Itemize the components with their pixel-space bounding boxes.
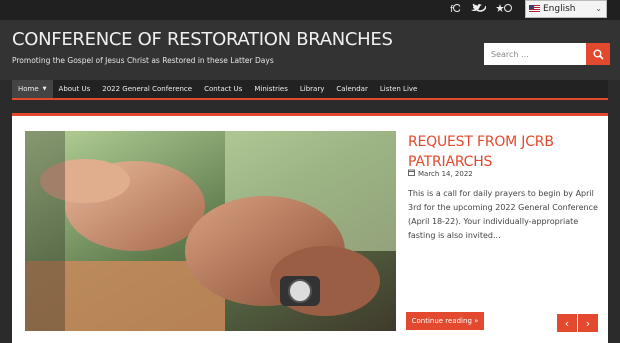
nav-item-label: Home — [18, 85, 39, 93]
main-navigation: Home ▼ About Us 2022 General Conference … — [12, 80, 608, 100]
continue-reading-button[interactable]: Continue reading » — [406, 312, 484, 330]
post-date: March 14, 2022 — [408, 169, 473, 178]
search-icon — [593, 49, 604, 60]
praying-hands-image — [25, 131, 396, 331]
post-title[interactable]: REQUEST FROM JCRB PATRIARCHS — [408, 132, 598, 172]
language-label: English — [543, 4, 576, 14]
slider-prev-button[interactable]: ‹ — [557, 314, 577, 332]
site-title[interactable]: CONFERENCE OF RESTORATION BRANCHES — [12, 29, 393, 50]
post-excerpt: This is a call for daily prayers to begi… — [408, 189, 598, 240]
top-bar: f English ⌄ — [0, 0, 620, 20]
us-flag-icon — [529, 5, 540, 13]
star-icon[interactable] — [496, 3, 512, 16]
nav-item-contact-us[interactable]: Contact Us — [198, 80, 248, 98]
search-button[interactable] — [586, 43, 610, 65]
caret-down-icon: ▼ — [42, 86, 47, 92]
featured-image[interactable] — [25, 131, 396, 331]
language-select[interactable]: English ⌄ — [525, 0, 607, 18]
nav-item-listen-live[interactable]: Listen Live — [374, 80, 424, 98]
search-input[interactable]: Search ... — [484, 43, 586, 65]
calendar-icon — [408, 169, 415, 178]
twitter-icon[interactable] — [470, 3, 487, 16]
facebook-icon[interactable]: f — [450, 3, 461, 16]
nav-item-calendar[interactable]: Calendar — [330, 80, 373, 98]
nav-item-about-us[interactable]: About Us — [53, 80, 97, 98]
slider-next-button[interactable]: › — [578, 314, 598, 332]
post-date-text[interactable]: March 14, 2022 — [418, 170, 473, 178]
site-tagline: Promoting the Gospel of Jesus Christ as … — [12, 56, 274, 65]
nav-item-library[interactable]: Library — [294, 80, 330, 98]
nav-item-home[interactable]: Home ▼ — [12, 80, 53, 98]
social-links: f — [450, 3, 512, 16]
nav-item-general-conference[interactable]: 2022 General Conference — [96, 80, 198, 98]
nav-item-ministries[interactable]: Ministries — [248, 80, 294, 98]
chevron-down-icon: ⌄ — [595, 4, 602, 13]
featured-post-slider: REQUEST FROM JCRB PATRIARCHS March 14, 2… — [12, 113, 608, 343]
site-header: CONFERENCE OF RESTORATION BRANCHES Promo… — [0, 20, 620, 80]
